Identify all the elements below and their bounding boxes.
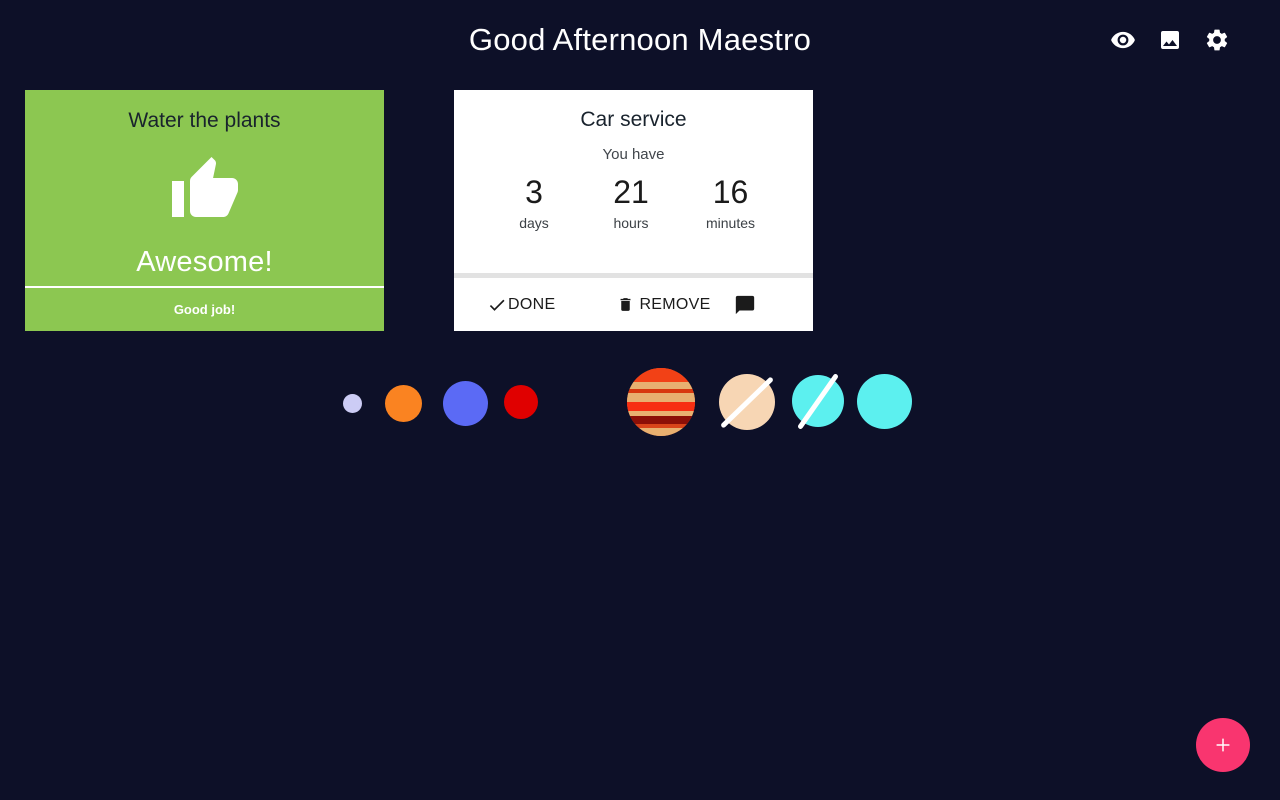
image-icon [1158,28,1182,52]
thumb-up-icon [167,154,243,226]
countdown-label: minutes [705,214,756,231]
remove-button[interactable]: REMOVE [617,296,710,314]
comment-icon [734,294,756,316]
planet-mars-body [504,385,538,419]
planet-jupiter-band [627,368,695,382]
card-body: Water the plants Awesome! [25,90,384,286]
countdown-value: 3 [525,174,543,210]
task-card-water-the-plants[interactable]: Water the plants Awesome! Good job! [25,90,384,331]
visibility-icon-button[interactable] [1110,27,1136,53]
planet-neptune[interactable] [856,373,912,429]
task-title: Water the plants [128,109,281,132]
planet-neptune-body [856,373,912,429]
planet-jupiter[interactable] [627,368,695,436]
done-button-label: DONE [508,295,556,313]
countdown-value: 21 [613,174,649,210]
done-button[interactable]: DONE [487,295,555,315]
visibility-icon [1110,27,1136,53]
image-icon-button[interactable] [1157,27,1183,53]
countdown-subtitle: You have [602,146,665,163]
plus-icon [1212,734,1234,756]
planet-venus[interactable] [384,384,422,422]
card-body: Car service You have 3 days 21 hours 16 … [454,90,813,273]
task-title: Car service [580,108,687,131]
planets-row [0,365,1280,445]
planet-mercury-body [342,393,362,413]
planet-jupiter-band [627,402,695,411]
countdown-label: days [519,214,549,231]
check-icon [487,295,507,315]
planet-earth-body [442,380,488,426]
planet-mars[interactable] [504,385,538,419]
countdown-unit-days: 3 days [512,174,556,231]
card-footer: Good job! [25,286,384,331]
task-status-text: Awesome! [136,246,273,279]
planet-mercury[interactable] [342,393,362,413]
card-footer-text: Good job! [173,302,236,317]
header-actions [1110,27,1230,53]
planet-jupiter-body [627,368,695,436]
gear-icon [1204,27,1230,53]
planet-jupiter-band [627,428,695,436]
comment-button[interactable] [734,294,756,316]
task-cards-row: Water the plants Awesome! Good job! Car … [0,90,1280,340]
planet-uranus[interactable] [792,372,844,430]
app-header: Good Afternoon Maestro [0,0,1280,84]
countdown-row: 3 days 21 hours 16 minutes [466,174,801,231]
countdown-unit-hours: 21 hours [609,174,653,231]
planet-jupiter-band [627,382,695,389]
remove-button-label: REMOVE [639,295,711,313]
countdown-unit-minutes: 16 minutes [705,174,756,231]
page-title: Good Afternoon Maestro [468,22,812,57]
trash-icon [617,296,634,313]
add-task-button[interactable] [1196,718,1250,772]
planet-earth[interactable] [442,380,488,426]
planet-saturn[interactable] [719,374,775,430]
countdown-value: 16 [712,174,749,210]
planet-jupiter-band [627,393,695,402]
planet-jupiter-band [627,416,695,424]
task-card-car-service[interactable]: Car service You have 3 days 21 hours 16 … [454,90,813,331]
gear-icon-button[interactable] [1204,27,1230,53]
planet-venus-body [384,384,422,422]
card-action-bar: DONE REMOVE [454,278,813,331]
countdown-label: hours [613,214,649,231]
